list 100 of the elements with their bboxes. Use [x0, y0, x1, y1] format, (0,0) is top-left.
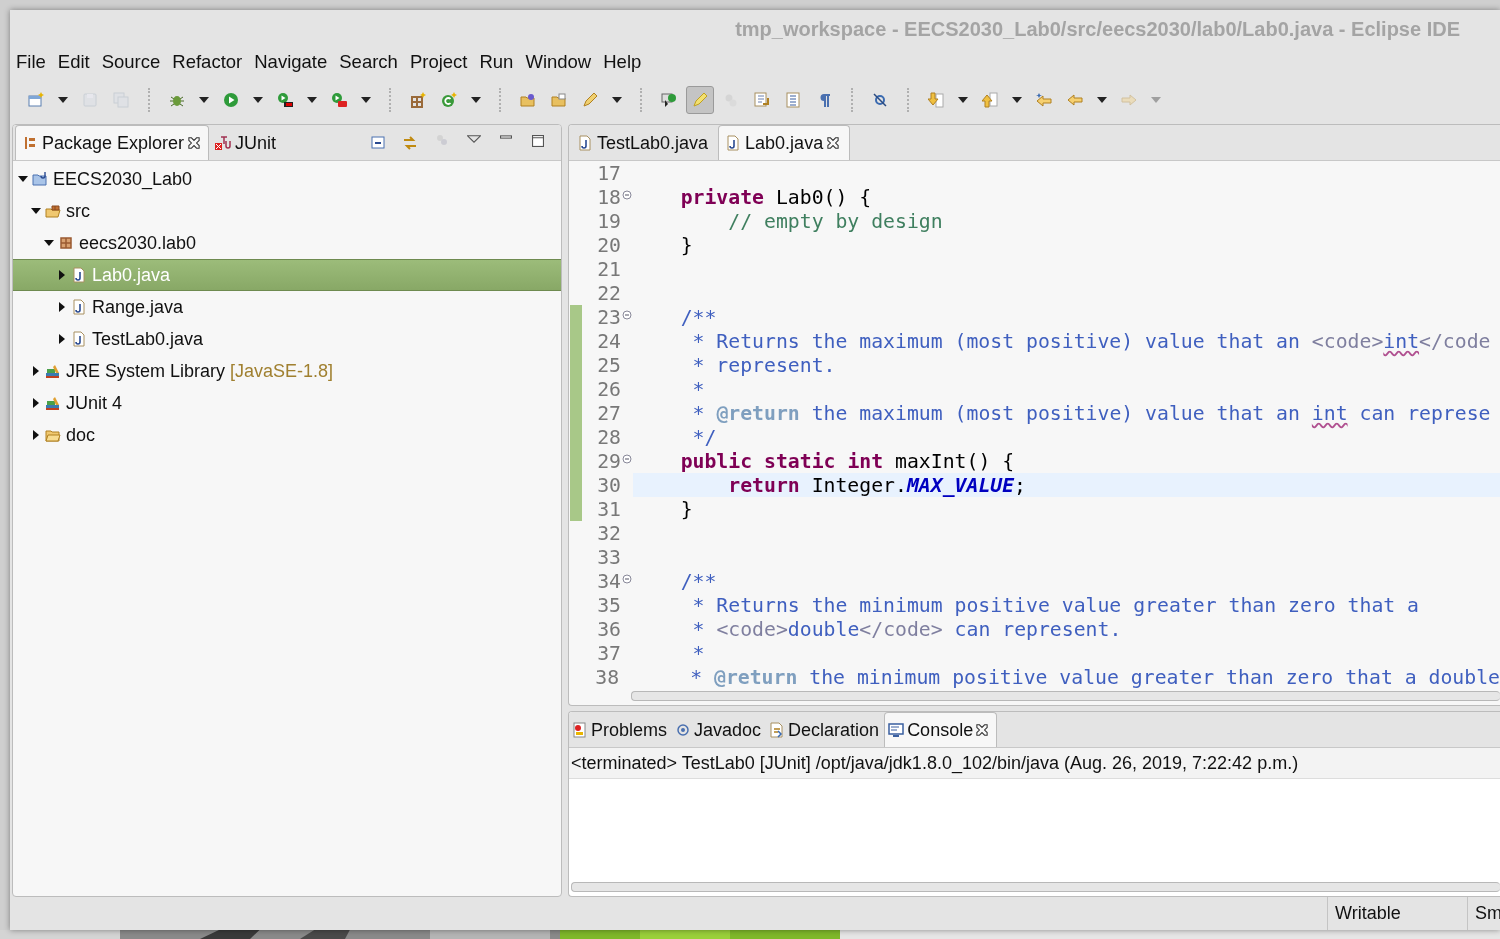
- code-line: * represent.: [691, 353, 836, 377]
- tree-item[interactable]: TestLab0.java: [13, 323, 561, 355]
- code-line: private Lab0() {: [679, 185, 872, 209]
- menu-item[interactable]: Help: [597, 51, 648, 73]
- tab[interactable]: Package Explorer: [15, 125, 210, 160]
- tab[interactable]: Javadoc: [672, 713, 767, 747]
- problems-icon: [572, 722, 588, 738]
- folder-icon: [45, 427, 61, 443]
- menu-item[interactable]: Source: [95, 51, 167, 73]
- tree-item[interactable]: JUnit 4: [13, 387, 561, 419]
- collapse-icon[interactable]: [622, 190, 632, 200]
- menu-item[interactable]: Run: [473, 51, 520, 73]
- line-number: 33: [596, 545, 621, 569]
- project-folder-icon: [32, 171, 48, 187]
- new-window-icon: [28, 92, 44, 108]
- junit-icon: [215, 135, 232, 151]
- line-number: 25: [596, 353, 621, 377]
- console-icon: [888, 722, 905, 738]
- right-arrow-icon: [1121, 92, 1137, 108]
- code-line: * @return the maximum (most positive) value that an int can represe: [691, 401, 1491, 425]
- java-file-icon: [725, 135, 742, 151]
- expanded-arrow-icon[interactable]: [31, 206, 41, 216]
- at-sign-icon: [675, 722, 692, 738]
- expanded-arrow-icon[interactable]: [18, 174, 28, 184]
- tree-item[interactable]: JRE System Library [JavaSE-1.8]: [13, 355, 561, 387]
- tree-item[interactable]: doc: [13, 419, 561, 451]
- tab[interactable]: Lab0.java: [718, 125, 851, 160]
- java-file-icon: [577, 135, 593, 151]
- coverage-icon: [277, 92, 293, 108]
- collapse-icon[interactable]: [622, 454, 632, 464]
- highlighter-icon: [692, 92, 708, 108]
- code-line: * @return the minimum positive value greater than zero that a double: [689, 665, 1500, 689]
- code-line: * Returns the minimum positive value greater than zero that a: [691, 593, 1419, 617]
- line-number: 31: [596, 497, 621, 521]
- maximize-icon: [532, 134, 544, 147]
- line-number: 22: [596, 281, 621, 305]
- view-menu-icon: [467, 134, 481, 143]
- code-line: */: [691, 425, 717, 449]
- java-file-icon: [71, 299, 87, 315]
- new-package-icon: [410, 92, 426, 108]
- menu-item[interactable]: Refactor: [166, 51, 249, 73]
- tab[interactable]: Problems: [569, 713, 673, 747]
- line-number: 23: [596, 305, 621, 329]
- line-number: 21: [596, 257, 621, 281]
- collapsed-arrow-icon[interactable]: [57, 334, 67, 344]
- menu-item[interactable]: File: [10, 51, 52, 73]
- tab[interactable]: JUnit: [209, 126, 285, 160]
- code-line: }: [679, 233, 693, 257]
- tree-item[interactable]: eecs2030.lab0: [13, 227, 561, 259]
- collapse-icon[interactable]: [622, 310, 632, 320]
- status-field: Writable: [1327, 897, 1467, 930]
- tab[interactable]: TestLab0.java: [571, 126, 719, 160]
- down-arrow-icon: [928, 92, 944, 108]
- tab[interactable]: Console: [884, 712, 998, 747]
- menu-item[interactable]: Project: [403, 51, 474, 73]
- collapse-icon[interactable]: [622, 574, 632, 584]
- line-number: 27: [596, 401, 621, 425]
- menu-item[interactable]: Navigate: [248, 51, 334, 73]
- crossed-circle-icon: [872, 92, 888, 108]
- line-number: 29: [596, 449, 621, 473]
- line-number: 19: [596, 209, 621, 233]
- horizontal-scrollbar[interactable]: [571, 882, 1500, 892]
- tree-item[interactable]: Range.java: [13, 291, 561, 323]
- run-icon: [223, 92, 239, 108]
- line-number: 24: [596, 329, 621, 353]
- code-line: }: [679, 497, 693, 521]
- folder-icon: [520, 92, 536, 108]
- collapsed-arrow-icon[interactable]: [57, 270, 67, 280]
- circles-icon: [437, 134, 447, 145]
- code-line: public static int maxInt() {: [679, 449, 1015, 473]
- status-field: Sm: [1467, 897, 1500, 930]
- expanded-arrow-icon[interactable]: [44, 238, 54, 248]
- line-number: 38: [594, 665, 620, 689]
- left-arrow-icon: [1067, 92, 1083, 108]
- line-number: 26: [596, 377, 621, 401]
- code-line: return Integer.MAX_VALUE;: [727, 473, 1027, 497]
- collapsed-arrow-icon[interactable]: [31, 430, 41, 440]
- code-line: /**: [679, 305, 717, 329]
- line-number: 32: [596, 521, 621, 545]
- collapsed-arrow-icon[interactable]: [31, 366, 41, 376]
- declaration-icon: [769, 722, 786, 738]
- library-version: [JavaSE-1.8]: [230, 360, 334, 382]
- tree-item[interactable]: src: [13, 195, 561, 227]
- horizontal-scrollbar[interactable]: [631, 691, 1500, 701]
- tab[interactable]: Declaration: [766, 713, 885, 747]
- window-arrow-icon: [661, 92, 677, 108]
- folder-icon: [551, 92, 567, 108]
- minimize-icon: [500, 134, 512, 139]
- collapsed-arrow-icon[interactable]: [57, 302, 67, 312]
- tree-item[interactable]: EECS2030_Lab0: [13, 163, 561, 195]
- java-file-icon: [71, 267, 87, 283]
- menu-item[interactable]: Search: [333, 51, 404, 73]
- code-line: /**: [679, 569, 717, 593]
- code-line: *: [691, 377, 705, 401]
- package-icon: [58, 235, 74, 251]
- menu-item[interactable]: Window: [519, 51, 598, 73]
- collapsed-arrow-icon[interactable]: [31, 398, 41, 408]
- code-line: *: [691, 641, 705, 665]
- menu-item[interactable]: Edit: [51, 51, 96, 73]
- left-arrow-icon: [1036, 92, 1052, 108]
